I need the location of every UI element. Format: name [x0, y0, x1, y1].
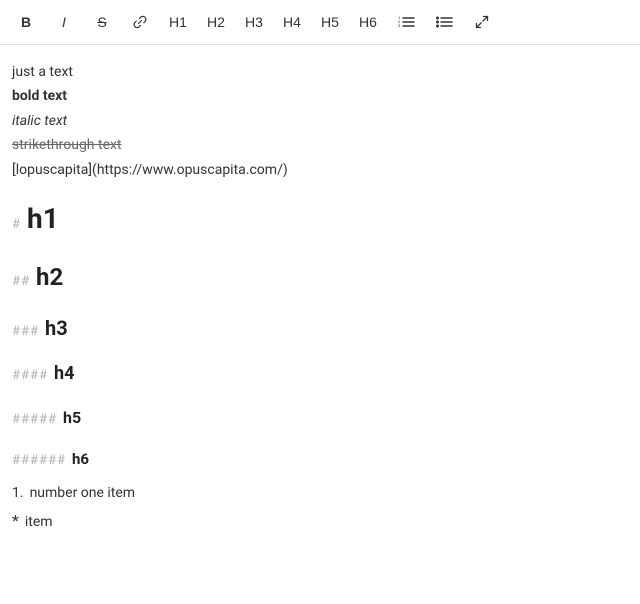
- bold-text-line: bold text: [12, 85, 628, 107]
- heading-1-line: # h1: [12, 197, 628, 242]
- toolbar: B I S H1 H2 H3 H4 H5 H6 1 2 3: [0, 0, 640, 45]
- bold-text: bold text: [12, 88, 67, 104]
- h1-marks: #: [12, 215, 21, 236]
- h2-marks: ##: [12, 272, 30, 293]
- numbered-list-item: 1. number one item: [12, 482, 628, 504]
- expand-button[interactable]: [464, 6, 500, 38]
- heading-4-line: #### h4: [12, 360, 628, 389]
- plain-text-line: just a text: [12, 61, 628, 83]
- h4-text: h4: [54, 360, 74, 389]
- heading-3-line: ### h3: [12, 312, 628, 344]
- strikethrough-button[interactable]: S: [84, 6, 120, 38]
- ordered-list-button[interactable]: 1 2 3: [388, 6, 424, 38]
- editor-area[interactable]: just a text bold text italic text strike…: [0, 45, 640, 554]
- h3-marks: ###: [12, 322, 39, 343]
- heading-5-line: ##### h5: [12, 405, 628, 431]
- h4-button[interactable]: H4: [274, 6, 310, 38]
- heading-6-line: ###### h6: [12, 447, 628, 472]
- bullet-item-text: item: [25, 511, 53, 533]
- strike-text: strikethrough text: [12, 137, 122, 153]
- list-area: 1. number one item * item: [12, 482, 628, 534]
- unordered-list-button[interactable]: [426, 6, 462, 38]
- italic-text-line: italic text: [12, 110, 628, 132]
- h5-marks: #####: [12, 410, 57, 431]
- bullet-list-item: * item: [12, 508, 628, 534]
- link-text: [lopuscapita](https://www.opuscapita.com…: [12, 162, 288, 178]
- h6-marks: ######: [12, 451, 66, 472]
- h3-text: h3: [45, 312, 68, 344]
- bullet-marker: *: [12, 508, 19, 534]
- h5-text: h5: [63, 405, 81, 431]
- h3-button[interactable]: H3: [236, 6, 272, 38]
- link-button[interactable]: [122, 6, 158, 38]
- numbered-item-text: number one item: [30, 482, 136, 504]
- heading-2-line: ## h2: [12, 258, 628, 296]
- italic-button[interactable]: I: [46, 6, 82, 38]
- h6-text: h6: [72, 447, 89, 471]
- link-text-line: [lopuscapita](https://www.opuscapita.com…: [12, 159, 628, 181]
- h5-button[interactable]: H5: [312, 6, 348, 38]
- h6-button[interactable]: H6: [350, 6, 386, 38]
- svg-text:3: 3: [398, 23, 401, 28]
- plain-text: just a text: [12, 64, 73, 80]
- h2-text: h2: [36, 258, 63, 296]
- h2-button[interactable]: H2: [198, 6, 234, 38]
- numbered-marker: 1.: [12, 482, 24, 504]
- h1-button[interactable]: H1: [160, 6, 196, 38]
- h4-marks: ####: [12, 366, 48, 387]
- bold-button[interactable]: B: [8, 6, 44, 38]
- italic-text: italic text: [12, 113, 67, 129]
- strike-text-line: strikethrough text: [12, 134, 628, 156]
- h1-text: h1: [27, 197, 59, 242]
